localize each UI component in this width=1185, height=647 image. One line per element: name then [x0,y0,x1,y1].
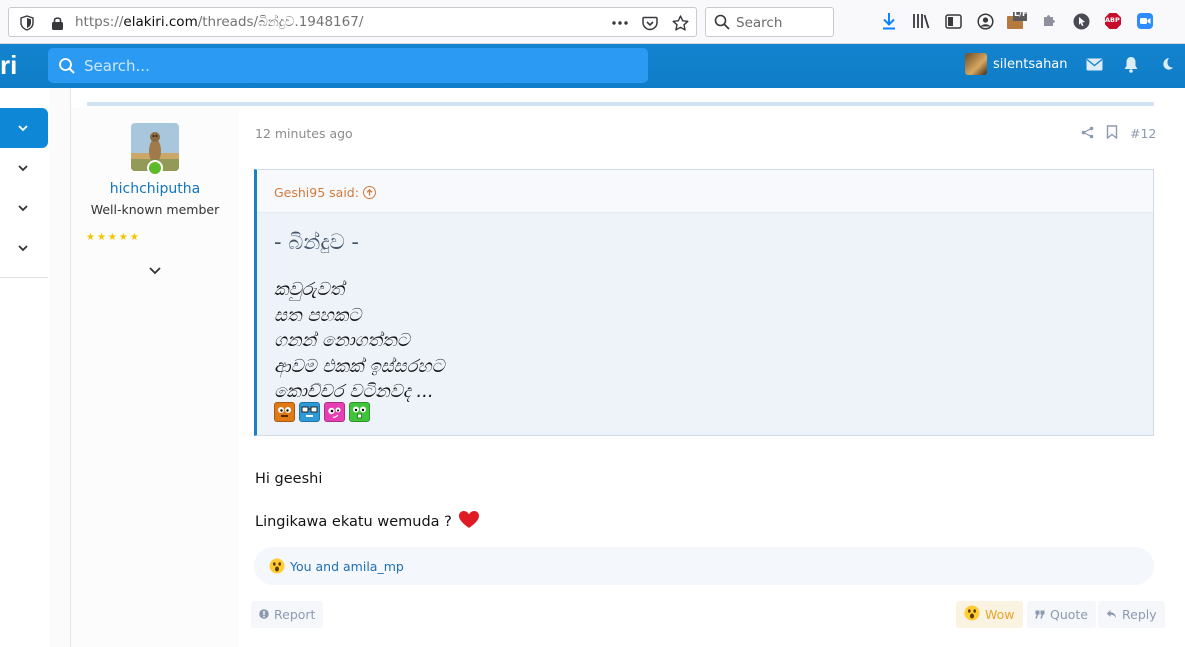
inbox-icon[interactable] [1086,55,1104,73]
author-title: Well-known member [90,202,220,217]
search-icon [58,57,76,79]
nav-item-active[interactable] [0,108,48,148]
search-icon [714,14,730,34]
adblock-label: ABP [1105,16,1120,24]
browser-search-box[interactable]: Search [705,7,834,37]
quote-title: - බින්දුව - [274,230,359,254]
chevron-down-icon[interactable] [147,262,163,278]
post-user-column: hichchiputha Well-known member ★★★★★ [71,108,239,647]
quote-line: ආවම එකක් ඉස්සරහට [274,355,445,377]
report-label: Report [274,607,316,622]
adblock-icon[interactable]: ABP [1102,10,1124,32]
reply-label: Reply [1122,607,1157,622]
url-domain: elakiri.com [123,14,198,30]
more-actions-icon[interactable] [610,13,630,33]
quote-button[interactable]: Quote [1027,601,1097,628]
author-username[interactable]: hichchiputha [71,181,239,197]
site-header: ri Search... silentsahan [0,44,1185,88]
account-icon[interactable] [974,10,996,32]
wow-label: Wow [985,607,1015,622]
reactions-summary-link[interactable]: You and amila_mp [290,559,404,574]
browser-toolbar: https://elakiri.com/threads/බින්දුව.1948… [0,0,1185,44]
url-prefix: https:// [75,14,124,30]
report-button[interactable]: Report [251,601,324,628]
chevron-down-icon [18,125,28,132]
online-status-icon [147,160,163,176]
chevron-down-icon[interactable] [16,201,30,215]
browser-search-placeholder: Search [736,15,783,31]
chevron-down-icon[interactable] [16,241,30,255]
extension-lf-icon[interactable]: L/F [1006,9,1028,32]
quote-smilies [274,402,370,422]
shield-icon[interactable] [20,15,34,35]
reply-icon [1106,607,1117,622]
quote-attribution[interactable]: Geshi95 said: [274,185,359,200]
wow-reaction-button[interactable]: Wow [956,601,1023,628]
message-text-line: Lingikawa ekatu wemuda ? [255,513,452,530]
address-bar[interactable]: https://elakiri.com/threads/බින්දුව.1948… [8,7,697,37]
quote-block: Geshi95 said: - බින්දුව - කවුරුවත් සත පහ… [254,169,1154,436]
quote-line: කවුරුවත් [274,279,345,300]
post-message: hichchiputha Well-known member ★★★★★ 12 … [70,88,1185,647]
site-logo[interactable]: ri [0,50,17,81]
heart-icon [458,510,480,533]
quote-header[interactable]: Geshi95 said: [257,170,1153,213]
quote-icon [1035,607,1045,622]
site-search-placeholder: Search... [84,57,150,75]
current-username[interactable]: silentsahan [993,57,1068,72]
quote-poem: කවුරුවත් සත පහකට ගනන් නොගත්තට ආවම එකක් ඉ… [274,277,444,405]
share-icon[interactable] [1081,124,1094,143]
post-timestamp[interactable]: 12 minutes ago [255,126,353,141]
author-rating-stars: ★★★★★ [86,232,141,243]
reply-button[interactable]: Reply [1098,601,1165,628]
smiley-green-icon [349,402,370,422]
wow-reaction-icon [964,605,980,624]
sidebar-icon[interactable] [942,10,964,32]
report-icon [259,607,269,622]
quote-line: ගනන් නොගත්තට [274,330,410,352]
chevron-down-icon[interactable] [16,161,30,175]
left-nav [0,88,50,647]
smiley-glasses-icon [299,402,320,422]
message-text-line: Hi geeshi [255,471,323,487]
post-number[interactable]: #12 [1130,126,1156,141]
wow-reaction-icon [269,558,285,578]
bookmark-star-icon[interactable] [670,13,690,33]
library-icon[interactable] [910,10,932,32]
smiley-pink-icon [324,402,345,422]
post-separator [87,102,1154,106]
url-text[interactable]: https://elakiri.com/threads/බින්දුව.1948… [75,14,363,30]
smiley-orange-icon [274,402,295,422]
bell-icon[interactable] [1122,55,1140,73]
pocket-icon[interactable] [640,13,660,33]
site-search-input[interactable]: Search... [48,48,648,83]
user-avatar[interactable] [965,53,987,75]
puzzle-extension-icon[interactable] [1038,10,1060,32]
reactions-bar[interactable]: You and amila_mp [254,547,1154,585]
nav-divider [0,277,48,278]
lock-icon[interactable] [51,15,64,35]
url-path: /threads/බින්දුව.1948167/ [197,14,364,30]
quote-line: සත පහකට [274,304,362,326]
download-icon[interactable] [878,10,900,32]
arrow-up-circle-icon[interactable] [362,186,376,199]
bookmark-icon[interactable] [1106,124,1118,143]
moon-icon[interactable] [1158,55,1176,73]
cursor-extension-icon[interactable] [1070,10,1092,32]
extension-badge: L/F [1014,9,1028,18]
quote-label: Quote [1050,607,1089,622]
zoom-extension-icon[interactable] [1134,10,1156,32]
